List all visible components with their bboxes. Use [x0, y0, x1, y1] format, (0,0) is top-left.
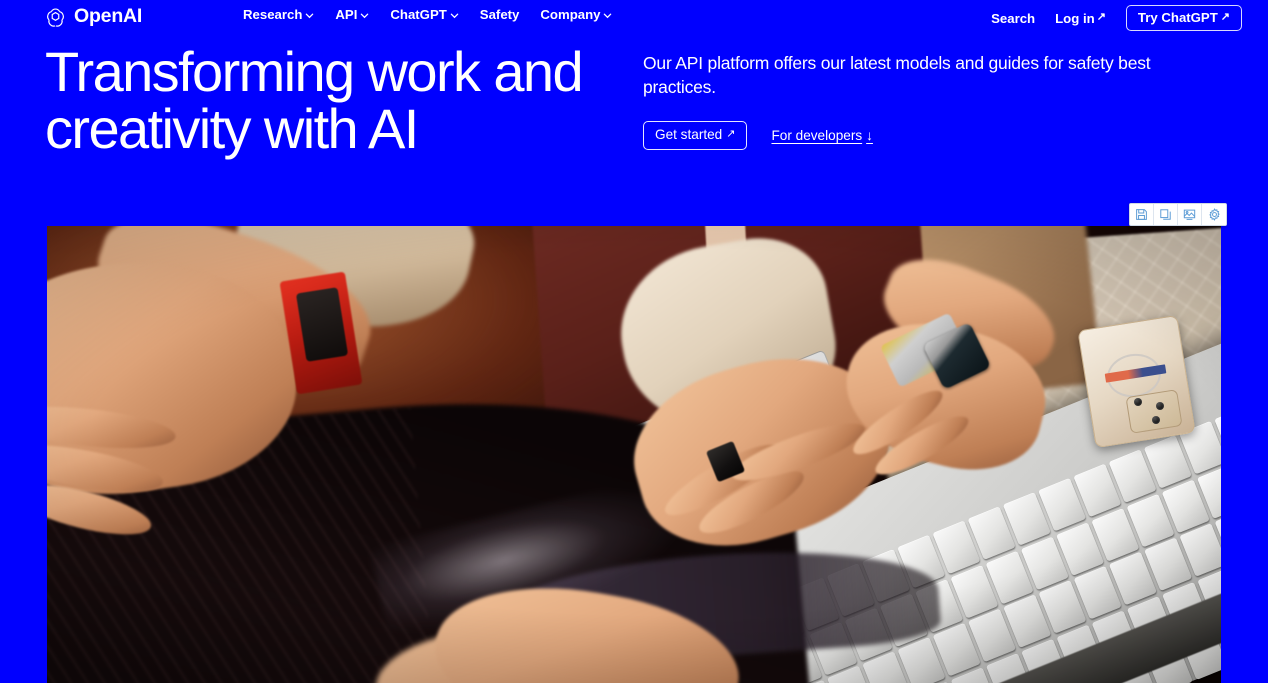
nav-label: Safety [479, 7, 520, 22]
for-developers-label: For developers [771, 127, 863, 143]
chevron-down-icon [603, 11, 612, 20]
image-icon [1183, 208, 1196, 221]
hero-image [47, 226, 1221, 683]
settings-gear-icon [1208, 208, 1221, 221]
chevron-down-icon [305, 11, 314, 20]
nav-label: Research [243, 7, 303, 22]
search-button[interactable]: Search [991, 10, 1036, 26]
photo-phone-lens [1151, 416, 1160, 425]
login-label: Log in [1055, 10, 1095, 26]
copy-icon-button[interactable] [1154, 204, 1178, 225]
page-title: Transforming work and creativity with AI [45, 40, 584, 161]
settings-icon-button[interactable] [1202, 204, 1226, 225]
chevron-down-icon [450, 11, 459, 20]
get-started-button[interactable]: Get started ↗ [643, 121, 748, 150]
arrow-down-icon: ↓ [866, 127, 873, 143]
nav-item-safety[interactable]: Safety [480, 8, 520, 21]
copy-icon [1159, 208, 1172, 221]
brand-logo-link[interactable]: OpenAI [44, 4, 142, 30]
brand-name: OpenAI [74, 5, 143, 28]
chevron-down-icon [360, 11, 369, 20]
nav-item-api[interactable]: API [335, 8, 369, 21]
external-link-arrow-icon: ↗ [1096, 11, 1106, 24]
secondary-nav: Search Log in ↗ Try ChatGPT ↗ [991, 5, 1242, 32]
save-icon [1135, 208, 1148, 221]
nav-label: API [335, 7, 358, 22]
photo-phone-camera-module [1125, 388, 1183, 434]
external-link-arrow-icon: ↗ [1220, 10, 1230, 23]
nav-item-chatgpt[interactable]: ChatGPT [390, 7, 459, 22]
hero-copy-block: Our API platform offers our latest model… [643, 51, 1223, 150]
hero-section: Transforming work and creativity with AI… [0, 34, 1268, 210]
save-icon-button[interactable] [1130, 204, 1154, 225]
search-label: Search [991, 10, 1036, 26]
image-floating-toolbar [1129, 203, 1227, 226]
primary-nav: Research API ChatGPT Safety Company [243, 8, 612, 21]
try-chatgpt-button[interactable]: Try ChatGPT ↗ [1125, 5, 1242, 32]
nav-label: Company [540, 7, 601, 22]
login-link[interactable]: Log in ↗ [1055, 10, 1106, 26]
hero-description: Our API platform offers our latest model… [643, 53, 1151, 98]
external-link-arrow-icon: ↗ [726, 128, 736, 141]
hero-cta-group: Get started ↗ For developers ↓ [643, 121, 1223, 150]
site-header: OpenAI Research API ChatGPT Safety Compa… [0, 0, 1268, 34]
nav-item-research[interactable]: Research [243, 8, 314, 21]
hero-photo-composition [47, 226, 1221, 683]
for-developers-link[interactable]: For developers ↓ [771, 129, 872, 143]
image-icon-button[interactable] [1178, 204, 1202, 225]
nav-label: ChatGPT [390, 7, 447, 22]
try-chatgpt-label: Try ChatGPT [1137, 10, 1218, 25]
nav-item-company[interactable]: Company [540, 8, 612, 21]
get-started-label: Get started [655, 127, 723, 143]
photo-phone-lens [1134, 397, 1143, 406]
openai-blossom-logo-icon [44, 6, 67, 29]
